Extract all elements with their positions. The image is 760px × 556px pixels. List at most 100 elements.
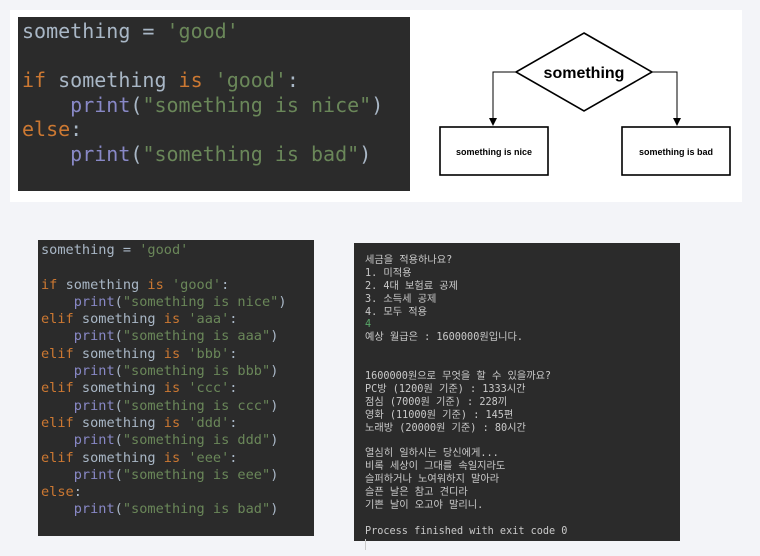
code-token: "something is eee" [122, 466, 271, 483]
code-token: : [221, 276, 230, 293]
code-token: ) [270, 397, 279, 414]
code-line: print("something is aaa") [41, 328, 310, 345]
code-line: elif something is 'ccc': [41, 380, 310, 397]
code-line: print("something is nice") [41, 294, 310, 311]
code-token: is [163, 345, 189, 362]
code-token: ( [114, 293, 123, 310]
code-token: is [147, 276, 172, 293]
code-line: print("something is eee") [41, 467, 310, 484]
code-token: 'aaa' [188, 311, 230, 328]
code-token: "something is bad" [142, 141, 360, 166]
code-token: something = [22, 19, 167, 43]
code-token: ) [270, 432, 279, 449]
code-token: : [229, 311, 238, 328]
code-token: 'bbb' [188, 345, 230, 362]
code-token: 'eee' [188, 449, 230, 466]
console-cursor-row[interactable] [365, 538, 672, 552]
code-token: "something is bad" [122, 501, 271, 518]
console-line: 1600000원으로 무엇을 할 수 있을까요? [365, 371, 552, 383]
code-token: something = [41, 242, 140, 258]
code-line: print("something is ddd") [41, 432, 310, 449]
code-token: ) [270, 363, 279, 380]
code-token: ( [114, 328, 123, 345]
text-cursor [365, 538, 366, 550]
code-token: ) [278, 293, 287, 310]
code-token: if [22, 68, 59, 92]
console-user-input: 4 [365, 319, 372, 331]
code-line: else: [41, 484, 310, 501]
console-line: 영화 (11000원 기준) : 145편 [365, 409, 514, 421]
code-line: something = 'good' [41, 242, 310, 259]
console-line: 2. 4대 보험료 공제 [365, 280, 459, 292]
run-console-output: 세금을 적용하나요? 1. 미적용 2. 4대 보험료 공제 3. 소득세 공제 4. … [354, 243, 680, 550]
flowchart-decision-label: something [544, 65, 625, 82]
console-line: 1. 미적용 [365, 267, 412, 279]
code-token: ( [114, 397, 123, 414]
code-line: print("something is bad") [41, 501, 310, 518]
code-token: something [65, 276, 148, 293]
code-token: print [70, 92, 131, 117]
code-line: if something is 'good': [22, 68, 404, 93]
code-token: is [163, 311, 189, 328]
console-line: PC방 (1200원 기준) : 1333시간 [365, 383, 526, 395]
code-token: something [81, 311, 164, 328]
code-token: else [41, 484, 74, 501]
code-token: : [229, 345, 238, 362]
code-token: print [73, 501, 115, 518]
code-token: : [73, 484, 82, 501]
code-token: 'good' [139, 242, 189, 258]
code-line: if something is 'good': [41, 277, 310, 294]
code-token: ( [130, 92, 143, 117]
code-token: something [58, 68, 179, 92]
console-line: 비록 세상이 그대를 속일지라도 [365, 461, 506, 473]
console-line: 점심 (7000원 기준) : 228끼 [365, 396, 508, 408]
code-token: "something is ccc" [122, 397, 271, 414]
flowchart-right-box-label: something is bad [639, 147, 713, 157]
code-token: : [286, 68, 299, 92]
code-token: "something is nice" [122, 293, 279, 310]
code-token: 'ccc' [188, 380, 230, 397]
code-token: 'good' [214, 68, 287, 92]
code-token: "something is nice" [142, 92, 372, 117]
code-snippet-if-else: something = 'good' if something is 'good'… [18, 17, 410, 191]
code-token: ) [270, 501, 279, 518]
flowchart-left-box-label: something is nice [456, 147, 532, 157]
code-token: elif [41, 380, 82, 397]
code-token: ) [270, 328, 279, 345]
code-token: 'good' [166, 19, 239, 43]
code-token: "something is ddd" [122, 432, 271, 449]
flowchart: something something is nice something is… [432, 26, 742, 186]
code-token: is [163, 449, 189, 466]
code-token: else [22, 117, 71, 141]
code-token: 'ddd' [188, 414, 230, 431]
code-token: ( [130, 141, 143, 166]
code-token: elif [41, 449, 82, 466]
console-line: 세금을 적용하나요? [365, 255, 453, 266]
flowchart-left-connector [492, 71, 516, 122]
code-token: 'good' [171, 276, 222, 293]
console-line: 예상 월급은 : 1600000원입니다. [365, 332, 523, 344]
code-token: is [163, 380, 189, 397]
console-line: 슬퍼하거나 노여워하지 말아라 [365, 474, 500, 486]
code-token: print [73, 363, 115, 380]
code-token: ( [114, 501, 123, 518]
code-token: elif [41, 311, 82, 328]
console-line: 노래방 (20000원 기준) : 80시간 [365, 422, 526, 434]
code-line: print("something is nice") [22, 93, 404, 118]
console-line: 4. 모두 적용 [365, 306, 428, 318]
console-line: 3. 소득세 공제 [365, 293, 437, 305]
console-line: 기쁜 날이 오고야 말리니. [365, 499, 484, 511]
code-line: print("something is bad") [22, 142, 404, 167]
flowchart-left-arrowhead [489, 118, 497, 126]
code-line: something = 'good' [22, 19, 404, 44]
